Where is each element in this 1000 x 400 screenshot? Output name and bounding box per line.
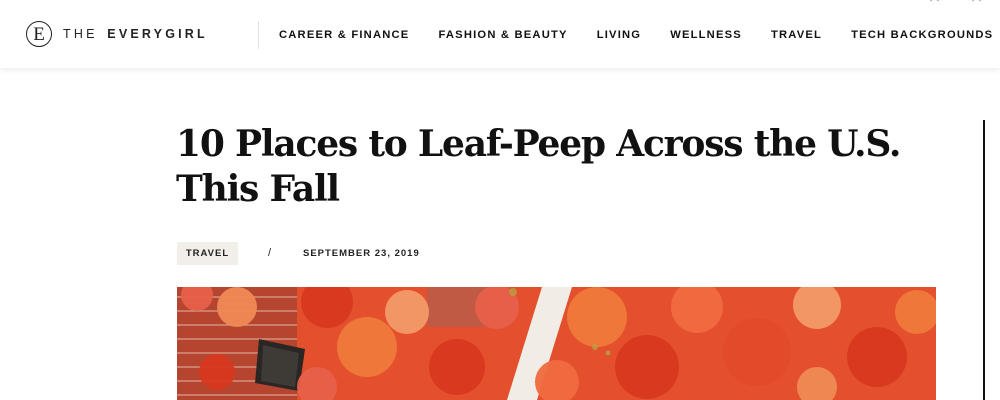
cropped-icon-left[interactable]: ⌒ bbox=[930, 0, 939, 10]
main-nav: CAREER & FINANCE FASHION & BEAUTY LIVING… bbox=[279, 29, 993, 41]
article-title: 10 Places to Leaf-Peep Across the U.S. T… bbox=[176, 123, 901, 210]
nav-tech-backgrounds[interactable]: TECH BACKGROUNDS bbox=[851, 29, 993, 41]
logo-prefix: THE bbox=[63, 27, 98, 41]
nav-travel[interactable]: TRAVEL bbox=[771, 29, 822, 41]
nav-living[interactable]: LIVING bbox=[597, 29, 642, 41]
nav-career-finance[interactable]: CAREER & FINANCE bbox=[279, 29, 409, 41]
logo-mark-icon: E bbox=[26, 21, 52, 47]
site-logo[interactable]: E THE EVERYGIRL bbox=[26, 21, 208, 47]
logo-letter: E bbox=[33, 23, 45, 45]
cropped-icon-right[interactable]: ⌒ bbox=[972, 0, 981, 10]
header-divider bbox=[258, 21, 259, 49]
page-edge-rule bbox=[983, 120, 985, 400]
nav-fashion-beauty[interactable]: FASHION & BEAUTY bbox=[438, 29, 567, 41]
logo-wordmark: THE EVERYGIRL bbox=[63, 27, 208, 41]
category-badge[interactable]: TRAVEL bbox=[177, 242, 238, 265]
hero-ivy-illustration bbox=[177, 287, 936, 400]
hero-image bbox=[177, 287, 936, 400]
logo-name: EVERYGIRL bbox=[107, 27, 208, 41]
meta-separator: / bbox=[268, 247, 272, 259]
site-header: E THE EVERYGIRL CAREER & FINANCE FASHION… bbox=[0, 0, 1000, 68]
nav-wellness[interactable]: WELLNESS bbox=[670, 29, 742, 41]
publish-date: SEPTEMBER 23, 2019 bbox=[303, 248, 420, 259]
